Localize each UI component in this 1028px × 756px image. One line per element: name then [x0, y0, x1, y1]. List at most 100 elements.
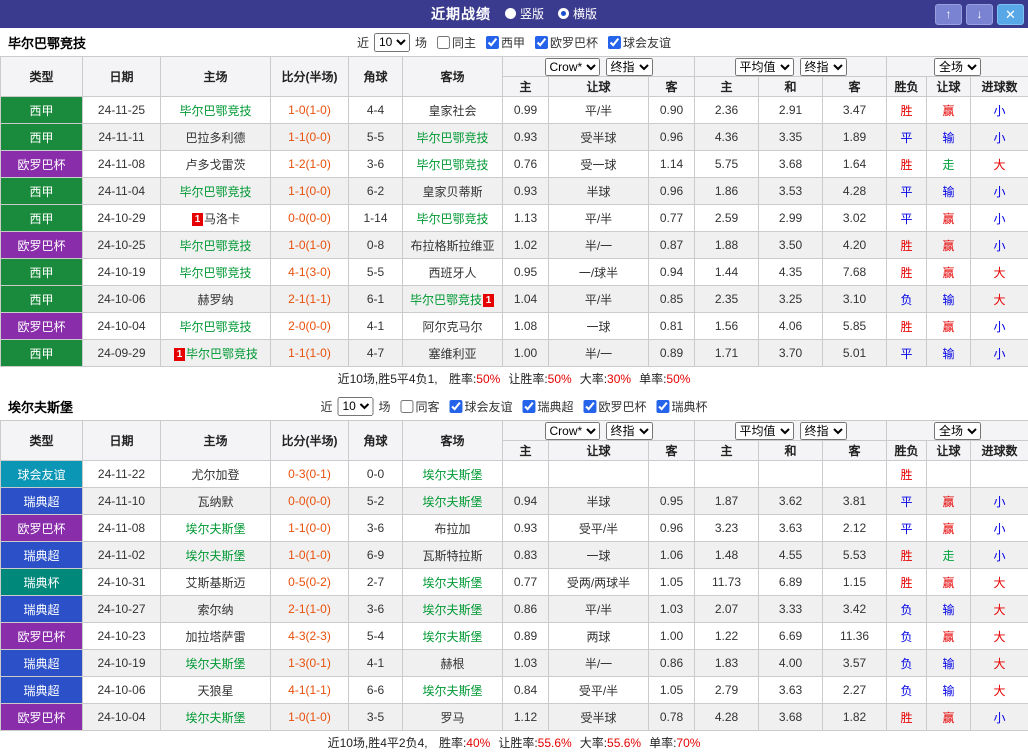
team-link[interactable]: 索尔纳	[197, 603, 233, 617]
date-cell: 24-10-06	[83, 286, 161, 313]
handicap-cell: 一球	[549, 313, 649, 340]
header-row-top: 类型日期主场比分(半场)角球客场Crow*终指平均值终指全场	[1, 421, 1028, 441]
league-filter-checkbox[interactable]: 西甲	[486, 34, 525, 51]
avg-away-cell: 4.28	[823, 178, 887, 205]
team-link[interactable]: 艾斯基斯迈	[185, 576, 245, 590]
corner-cell: 4-1	[349, 650, 403, 677]
avg-away-cell: 4.20	[823, 232, 887, 259]
close-button[interactable]: ✕	[997, 4, 1024, 25]
team-link[interactable]: 埃尔夫斯堡	[422, 468, 482, 482]
same-venue-checkbox-input[interactable]	[437, 36, 450, 49]
date-cell: 24-11-02	[83, 542, 161, 569]
match-count-select[interactable]: 10	[337, 397, 373, 416]
avg-odds-time-select[interactable]: 终指	[800, 422, 847, 440]
result-cell: 胜	[887, 259, 927, 286]
team-link[interactable]: 布拉格斯拉维亚	[410, 239, 494, 253]
team-link[interactable]: 毕尔巴鄂竞技	[179, 239, 251, 253]
league-filter-checkbox-input[interactable]	[523, 400, 536, 413]
league-filter-checkbox[interactable]: 瑞典超	[523, 398, 574, 415]
team-link[interactable]: 毕尔巴鄂竞技	[416, 212, 488, 226]
team-link[interactable]: 毕尔巴鄂竞技	[416, 158, 488, 172]
team-link[interactable]: 赫根	[440, 657, 464, 671]
team-link[interactable]: 皇家贝蒂斯	[422, 185, 482, 199]
team-link[interactable]: 毕尔巴鄂竞技	[410, 293, 482, 307]
team-link[interactable]: 塞维利亚	[428, 347, 476, 361]
topbar-buttons: ↑ ↓ ✕	[935, 4, 1028, 25]
team-link[interactable]: 布拉加	[434, 522, 470, 536]
team-link[interactable]: 毕尔巴鄂竞技	[416, 131, 488, 145]
avg-away-cell: 5.85	[823, 313, 887, 340]
team-link[interactable]: 瓦斯特拉斯	[422, 549, 482, 563]
average-select[interactable]: 平均值	[735, 422, 794, 440]
team-link[interactable]: 马洛卡	[204, 212, 240, 226]
team-link[interactable]: 埃尔夫斯堡	[422, 495, 482, 509]
red-card-icon: 1	[483, 294, 494, 307]
team-link[interactable]: 埃尔夫斯堡	[422, 630, 482, 644]
league-type-cell: 瑞典超	[1, 650, 83, 677]
team-link[interactable]: 西班牙人	[428, 266, 476, 280]
league-filter-checkbox-input[interactable]	[486, 36, 499, 49]
odds-time-select[interactable]: 终指	[606, 58, 653, 76]
team-link[interactable]: 埃尔夫斯堡	[185, 522, 245, 536]
team-link[interactable]: 阿尔克马尔	[422, 320, 482, 334]
league-filter-checkbox-input[interactable]	[449, 400, 462, 413]
team-link[interactable]: 毕尔巴鄂竞技	[179, 185, 251, 199]
avg-home-cell	[695, 461, 759, 488]
handicap-result-cell: 赢	[927, 623, 971, 650]
team-link[interactable]: 埃尔夫斯堡	[185, 711, 245, 725]
league-filter-checkbox-input[interactable]	[584, 400, 597, 413]
league-filter-checkbox[interactable]: 欧罗巴杯	[584, 398, 647, 415]
match-count-select[interactable]: 10	[374, 33, 410, 52]
sub-column-header: 进球数	[971, 77, 1028, 97]
column-header: 角球	[349, 421, 403, 461]
team-link[interactable]: 毕尔巴鄂竞技	[179, 104, 251, 118]
team-link[interactable]: 埃尔夫斯堡	[422, 684, 482, 698]
league-filter-checkbox-input[interactable]	[657, 400, 670, 413]
team-link[interactable]: 埃尔夫斯堡	[185, 657, 245, 671]
team-link[interactable]: 皇家社会	[428, 104, 476, 118]
match-scope-select[interactable]: 全场	[934, 422, 981, 440]
league-filter-checkbox-input[interactable]	[608, 36, 621, 49]
team-link[interactable]: 加拉塔萨雷	[185, 630, 245, 644]
team-link[interactable]: 毕尔巴鄂竞技	[179, 266, 251, 280]
handicap-result-cell: 输	[927, 596, 971, 623]
layout-radio-vertical[interactable]: 竖版	[505, 5, 544, 22]
avg-odds-time-select[interactable]: 终指	[800, 58, 847, 76]
team-link[interactable]: 巴拉多利德	[185, 131, 245, 145]
league-filter-checkbox[interactable]: 球会友谊	[608, 34, 671, 51]
bookmaker-select[interactable]: Crow*	[545, 58, 600, 76]
date-cell: 24-11-08	[83, 515, 161, 542]
same-venue-checkbox[interactable]: 同客	[400, 398, 439, 415]
team-link[interactable]: 埃尔夫斯堡	[422, 603, 482, 617]
date-cell: 24-10-31	[83, 569, 161, 596]
avg-home-cell: 3.23	[695, 515, 759, 542]
league-filter-checkbox[interactable]: 瑞典杯	[657, 398, 708, 415]
odds-time-select[interactable]: 终指	[606, 422, 653, 440]
team-link[interactable]: 瓦纳默	[197, 495, 233, 509]
layout-radio-horizontal[interactable]: 横版	[558, 5, 597, 22]
match-row: 瑞典超24-10-06天狼星4-1(1-1)6-6埃尔夫斯堡0.84受平/半1.…	[1, 677, 1028, 704]
team-link[interactable]: 毕尔巴鄂竞技	[179, 320, 251, 334]
team-link[interactable]: 埃尔夫斯堡	[185, 549, 245, 563]
goals-result-cell: 小	[971, 313, 1028, 340]
league-filter-checkbox-input[interactable]	[535, 36, 548, 49]
team-link[interactable]: 尤尔加登	[191, 468, 239, 482]
team-link[interactable]: 毕尔巴鄂竞技	[186, 347, 258, 361]
team-link[interactable]: 天狼星	[197, 684, 233, 698]
league-filter-checkbox[interactable]: 球会友谊	[449, 398, 512, 415]
result-cell: 负	[887, 677, 927, 704]
match-scope-select[interactable]: 全场	[934, 58, 981, 76]
team-link[interactable]: 埃尔夫斯堡	[422, 576, 482, 590]
league-filter-checkbox[interactable]: 欧罗巴杯	[535, 34, 598, 51]
same-venue-checkbox-input[interactable]	[400, 400, 413, 413]
handicap-result-cell: 赢	[927, 232, 971, 259]
scroll-up-button[interactable]: ↑	[935, 4, 962, 25]
team-link[interactable]: 卢多戈雷茨	[185, 158, 245, 172]
match-row: 西甲24-10-06赫罗纳2-1(1-1)6-1毕尔巴鄂竞技11.04平/半0.…	[1, 286, 1028, 313]
scroll-down-button[interactable]: ↓	[966, 4, 993, 25]
team-link[interactable]: 赫罗纳	[197, 293, 233, 307]
average-select[interactable]: 平均值	[735, 58, 794, 76]
bookmaker-select[interactable]: Crow*	[545, 422, 600, 440]
same-venue-checkbox[interactable]: 同主	[437, 34, 476, 51]
team-link[interactable]: 罗马	[440, 711, 464, 725]
